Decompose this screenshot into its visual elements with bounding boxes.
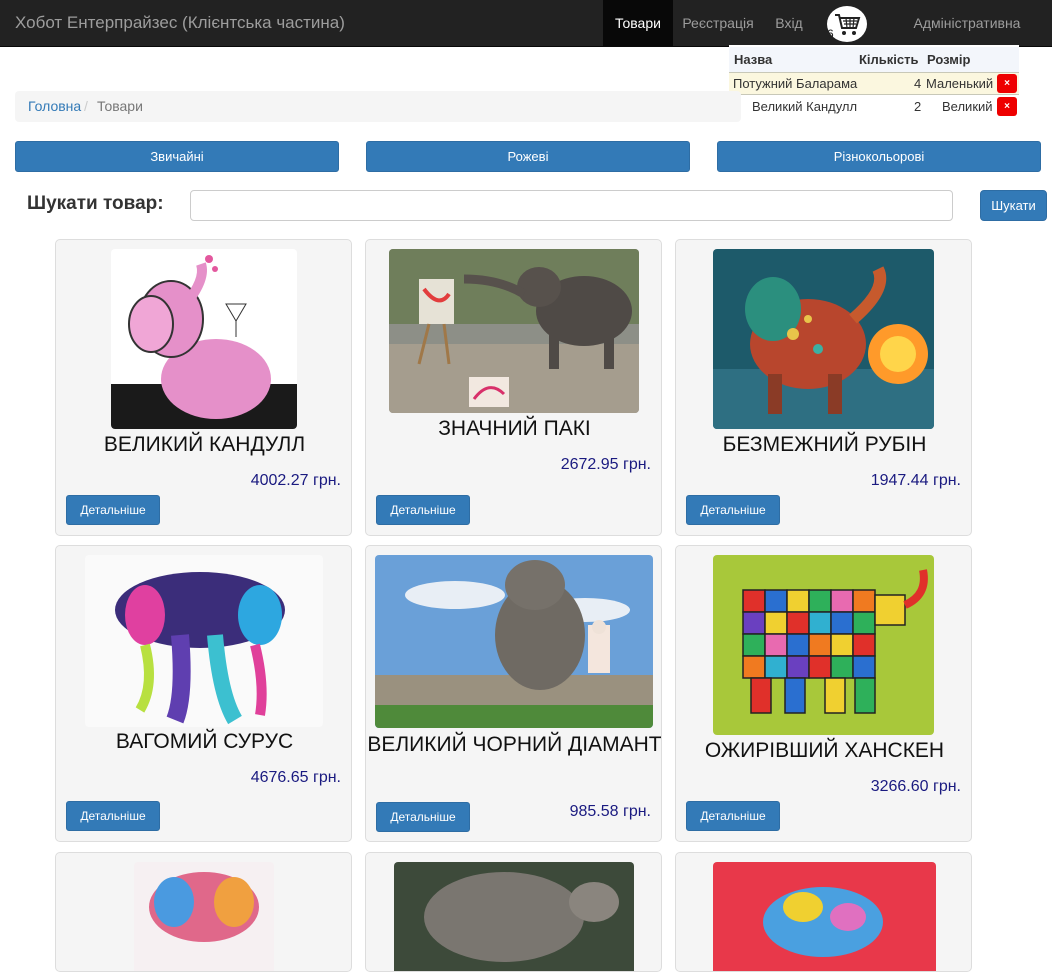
cart-item-name: Великий Кандулл <box>752 99 858 114</box>
product-image[interactable] <box>85 555 323 727</box>
details-button[interactable]: Детальніше <box>686 801 780 831</box>
product-name: ВЕЛИКИЙ ЧОРНИЙ ДІАМАНТ <box>367 733 662 756</box>
details-button[interactable]: Детальніше <box>376 495 470 525</box>
cart-row: Великий Кандулл 2 Великий × <box>729 96 1019 119</box>
product-card <box>365 852 662 972</box>
search-button[interactable]: Шукати <box>980 190 1047 221</box>
nav-item-products[interactable]: Товари <box>603 0 673 46</box>
brand-title[interactable]: Хобот Ентерпрайзес (Клієнтська частина) <box>15 13 345 33</box>
product-price: 3266.60 грн. <box>870 778 961 795</box>
details-button[interactable]: Детальніше <box>686 495 780 525</box>
nav-item-login[interactable]: Вхід <box>768 0 810 46</box>
product-price: 985.58 грн. <box>569 803 651 820</box>
product-name: БЕЗМЕЖНИЙ РУБІН <box>722 433 927 456</box>
breadcrumb-separator: / <box>84 98 88 114</box>
product-image[interactable] <box>389 249 639 413</box>
cart-header-size: Розмір <box>927 52 971 67</box>
cart-table-header: Назва Кількість Розмір <box>729 45 1019 72</box>
product-card: ВЕЛИКИЙ ЧОРНИЙ ДІАМАНТ 985.58 грн. Детал… <box>365 545 662 842</box>
cart-header-qty: Кількість <box>859 52 919 67</box>
cart-dropdown: Назва Кількість Розмір Потужний Баларама… <box>729 45 1019 120</box>
product-card: БЕЗМЕЖНИЙ РУБІН 1947.44 грн. Детальніше <box>675 239 972 536</box>
cart-item-size: Великий <box>942 99 993 114</box>
cart-item-qty: 4 <box>914 76 922 91</box>
remove-item-button[interactable]: × <box>997 97 1017 116</box>
product-image[interactable] <box>111 249 297 429</box>
nav-item-register[interactable]: Реєстрація <box>676 0 760 46</box>
product-price: 4002.27 грн. <box>250 472 341 489</box>
product-name: ВЕЛИКИЙ КАНДУЛЛ <box>103 433 306 456</box>
breadcrumb-current: Товари <box>97 98 143 114</box>
product-name: ЗНАЧНИЙ ПАКІ <box>438 417 591 440</box>
product-card: ВАГОМИЙ СУРУС 4676.65 грн. Детальніше <box>55 545 352 842</box>
details-button[interactable]: Детальніше <box>66 495 160 525</box>
search-label: Шукати товар: <box>27 193 164 214</box>
product-card: ВЕЛИКИЙ КАНДУЛЛ 4002.27 грн. Детальніше <box>55 239 352 536</box>
product-image[interactable] <box>713 555 934 735</box>
product-image[interactable] <box>713 249 934 429</box>
product-card: ЗНАЧНИЙ ПАКІ 2672.95 грн. Детальніше <box>365 239 662 536</box>
details-button[interactable]: Детальніше <box>66 801 160 831</box>
product-image[interactable] <box>375 555 653 728</box>
category-button-pink[interactable]: Рожеві <box>366 141 690 172</box>
product-name: ОЖИРІВШИЙ ХАНСКЕН <box>704 739 945 762</box>
product-price: 1947.44 грн. <box>870 472 961 489</box>
cart-item-qty: 2 <box>914 99 922 114</box>
details-button[interactable]: Детальніше <box>376 802 470 832</box>
cart-item-name: Потужний Баларама <box>733 76 858 91</box>
category-button-multicolor[interactable]: Різнокольорові <box>717 141 1041 172</box>
cart-count-badge: 6 <box>827 27 834 41</box>
product-card: ОЖИРІВШИЙ ХАНСКЕН 3266.60 грн. Детальніш… <box>675 545 972 842</box>
breadcrumb-home-link[interactable]: Головна <box>28 98 81 114</box>
nav-item-admin[interactable]: Адміністративна частина <box>887 0 1047 77</box>
cart-row: Потужний Баларама 4 Маленький × <box>729 72 1019 95</box>
navbar: Хобот Ентерпрайзес (Клієнтська частина) … <box>0 0 1052 77</box>
product-image[interactable] <box>713 862 936 971</box>
remove-item-button[interactable]: × <box>997 74 1017 93</box>
product-price: 4676.65 грн. <box>250 769 341 786</box>
search-input[interactable] <box>190 190 953 221</box>
cart-button[interactable]: 6 <box>827 6 867 42</box>
product-price: 2672.95 грн. <box>560 456 651 473</box>
product-image[interactable] <box>394 862 634 971</box>
cart-item-size: Маленький <box>926 76 994 91</box>
breadcrumb: Головна / Товари <box>15 91 741 122</box>
product-card <box>55 852 352 972</box>
product-name: ВАГОМИЙ СУРУС <box>115 730 294 753</box>
cart-header-name: Назва <box>734 52 773 67</box>
category-button-regular[interactable]: Звичайні <box>15 141 339 172</box>
product-card <box>675 852 972 972</box>
product-image[interactable] <box>134 862 274 971</box>
